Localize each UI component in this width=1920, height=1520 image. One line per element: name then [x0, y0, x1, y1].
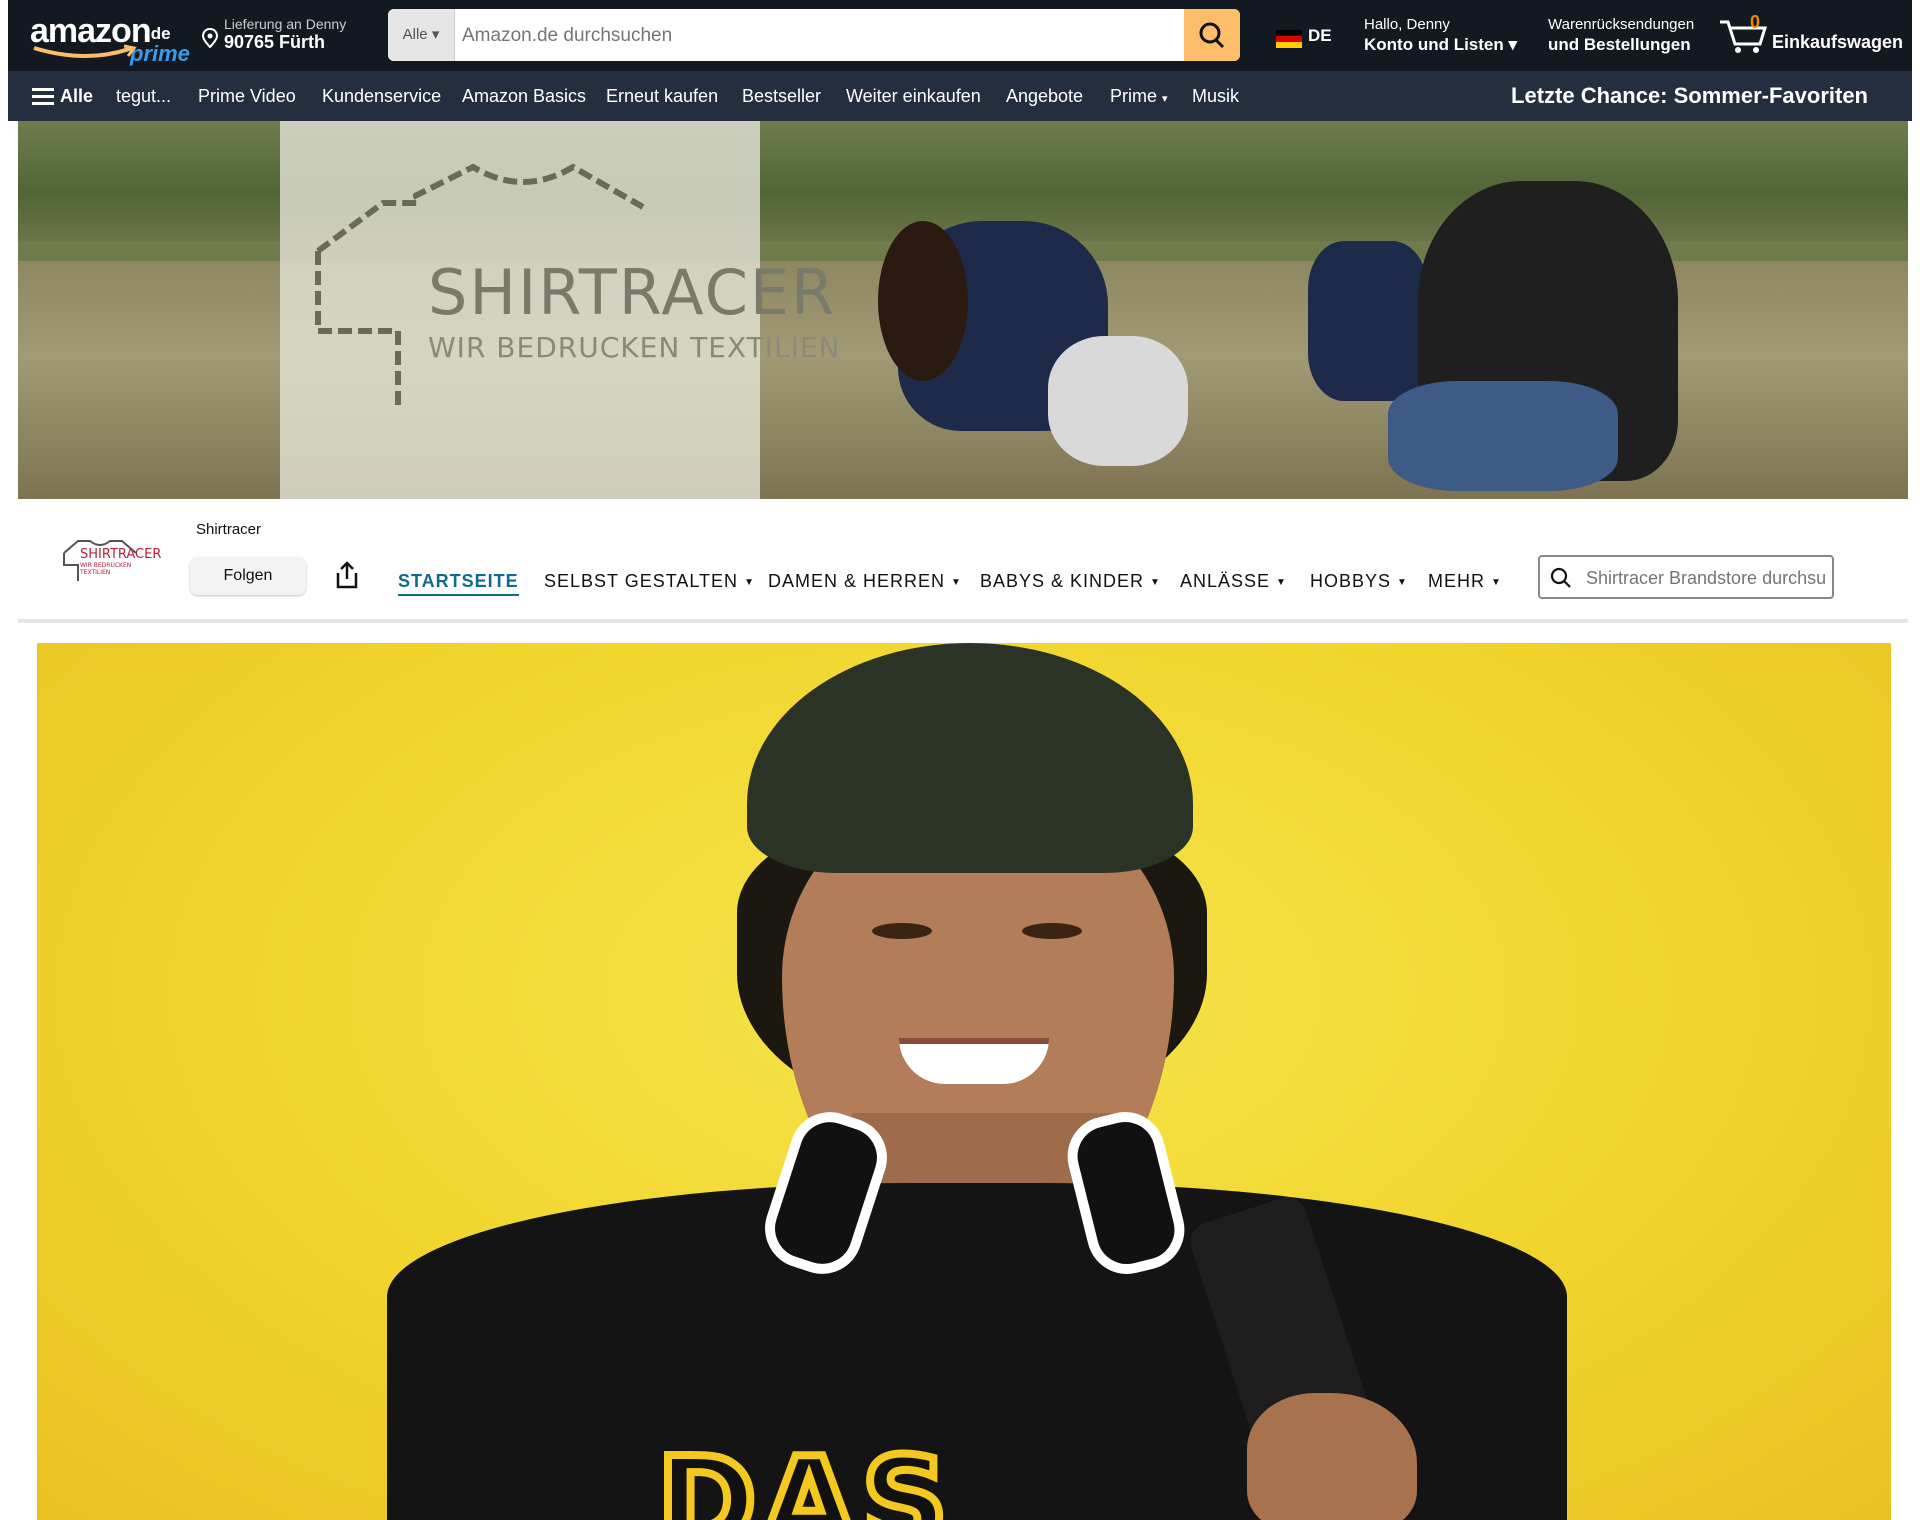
store-name: Shirtracer: [196, 521, 262, 538]
brand-store-navigation: SHIRTRACER WIR BEDRUCKEN TEXTILIEN Shirt…: [18, 499, 1908, 623]
photo-hand: [1247, 1393, 1417, 1520]
tab-anlaesse[interactable]: ANLÄSSE ▼: [1180, 571, 1287, 592]
cart-icon: [1720, 20, 1768, 53]
caret-down-icon: ▼: [744, 576, 755, 588]
tab-damen-herren-label: DAMEN & HERREN: [768, 571, 946, 591]
german-flag-icon: [1276, 30, 1302, 48]
account-lists-label: Konto und Listen ▾: [1364, 35, 1534, 55]
store-search-input[interactable]: [1584, 557, 1828, 599]
share-icon[interactable]: [334, 561, 360, 589]
hero-figure-jeans: [1388, 381, 1618, 491]
nav-item-kundenservice[interactable]: Kundenservice: [322, 86, 441, 107]
tab-hobbys-label: HOBBYS: [1310, 571, 1392, 591]
shirt-print-text: DAS: [653, 1429, 954, 1520]
cart-count: 0: [1750, 12, 1761, 32]
search-input[interactable]: [460, 9, 1164, 61]
nav-item-tegut[interactable]: tegut...: [116, 86, 171, 107]
delivery-city: 90765 Fürth: [224, 32, 326, 52]
account-greeting: Hallo, Denny: [1364, 16, 1450, 33]
caret-down-icon: ▼: [1491, 576, 1502, 588]
search-icon: [1550, 567, 1571, 588]
cart-label: Einkaufswagen: [1772, 32, 1904, 52]
tab-selbst-gestalten-label: SELBST GESTALTEN: [544, 571, 739, 591]
amazon-prime-logo[interactable]: amazon .de prime: [26, 10, 190, 66]
top-header: amazon .de prime Lieferung an Denny 9076…: [8, 0, 1912, 71]
smile-arrow-icon: [33, 44, 137, 58]
nav-promo-link[interactable]: Letzte Chance: Sommer-Favoriten: [1511, 83, 1868, 109]
nav-item-musik[interactable]: Musik: [1192, 86, 1239, 107]
nav-item-prime-video[interactable]: Prime Video: [198, 86, 296, 107]
tab-mehr-label: MEHR: [1428, 571, 1485, 591]
search-button[interactable]: [1184, 9, 1240, 61]
chevron-down-icon: ▾: [431, 26, 440, 43]
nav-item-erneut-kaufen[interactable]: Erneut kaufen: [606, 86, 718, 107]
nav-all[interactable]: Alle: [60, 86, 93, 107]
nav-item-bestseller[interactable]: Bestseller: [742, 86, 821, 107]
delivery-location[interactable]: Lieferung an Denny 90765 Fürth: [200, 16, 370, 56]
search-category-select[interactable]: Alle ▾: [388, 9, 455, 61]
returns-label: Warenrücksendungen: [1548, 16, 1695, 33]
nav-item-prime-label: Prime: [1110, 86, 1158, 106]
shirt-collar-icon: [413, 163, 645, 210]
nav-item-prime[interactable]: Prime ▾: [1110, 86, 1168, 107]
tab-babys-kinder-label: BABYS & KINDER: [980, 571, 1145, 591]
hero-tagline: WIR BEDRUCKEN TEXTILIEN: [428, 331, 841, 364]
amazon-brand-store-page: amazon .de prime Lieferung an Denny 9076…: [8, 0, 1912, 1520]
hero-brand-name: SHIRTRACER: [428, 256, 837, 329]
store-hero-banner: SHIRTRACER WIR BEDRUCKEN TEXTILIEN: [18, 121, 1908, 499]
photo-beanie: [747, 643, 1193, 873]
tab-hobbys[interactable]: HOBBYS ▼: [1310, 571, 1408, 592]
tab-startseite[interactable]: STARTSEITE: [398, 571, 519, 596]
main-search-bar: Alle ▾: [388, 9, 1240, 61]
cart-button[interactable]: 0 Einkaufswagen: [1718, 12, 1908, 62]
search-category-label: Alle: [402, 26, 428, 43]
store-search: [1538, 555, 1834, 599]
nav-item-amazon-basics[interactable]: Amazon Basics: [462, 86, 586, 107]
tab-babys-kinder[interactable]: BABYS & KINDER ▼: [980, 571, 1161, 592]
tab-damen-herren[interactable]: DAMEN & HERREN ▼: [768, 571, 962, 592]
hamburger-menu-icon[interactable]: [32, 88, 54, 106]
tab-selbst-gestalten[interactable]: SELBST GESTALTEN ▼: [544, 571, 755, 592]
location-pin-icon: [202, 28, 218, 48]
language-code: DE: [1308, 26, 1332, 45]
store-logo-text: SHIRTRACER: [80, 547, 162, 562]
secondary-nav: Alle tegut... Prime Video Kundenservice …: [8, 71, 1912, 121]
account-lists-text: Konto und Listen: [1364, 35, 1504, 54]
store-logo-subtext: WIR BEDRUCKEN TEXTILIEN: [80, 562, 132, 576]
tab-mehr[interactable]: MEHR ▼: [1428, 571, 1502, 592]
delivery-label: Lieferung an Denny: [224, 16, 347, 32]
chevron-down-icon: ▾: [1162, 93, 1168, 105]
account-lists[interactable]: Hallo, Denny Konto und Listen ▾: [1364, 16, 1534, 55]
returns-orders[interactable]: Warenrücksendungen und Bestellungen: [1548, 16, 1718, 55]
search-icon: [1199, 22, 1225, 49]
caret-down-icon: ▼: [1276, 576, 1287, 588]
tab-anlaesse-label: ANLÄSSE: [1180, 571, 1271, 591]
chevron-down-icon: ▾: [1508, 35, 1518, 54]
nav-item-angebote[interactable]: Angebote: [1006, 86, 1083, 107]
photo-eye-left: [872, 923, 932, 939]
featured-product-photo[interactable]: DAS: [37, 643, 1891, 1520]
hero-figure-hair: [878, 221, 968, 381]
nav-item-weiter-einkaufen[interactable]: Weiter einkaufen: [846, 86, 981, 107]
photo-eye-right: [1022, 923, 1082, 939]
orders-label: und Bestellungen: [1548, 35, 1691, 54]
photo-smile: [899, 1038, 1049, 1084]
caret-down-icon: ▼: [1397, 576, 1408, 588]
store-logo[interactable]: SHIRTRACER WIR BEDRUCKEN TEXTILIEN: [60, 535, 161, 585]
shirt-outline-icon: [315, 200, 418, 411]
hero-figure-baby: [1048, 336, 1188, 466]
caret-down-icon: ▼: [951, 576, 962, 588]
caret-down-icon: ▼: [1150, 576, 1161, 588]
hero-figure-child: [1308, 241, 1428, 401]
follow-button[interactable]: Folgen: [190, 557, 306, 595]
